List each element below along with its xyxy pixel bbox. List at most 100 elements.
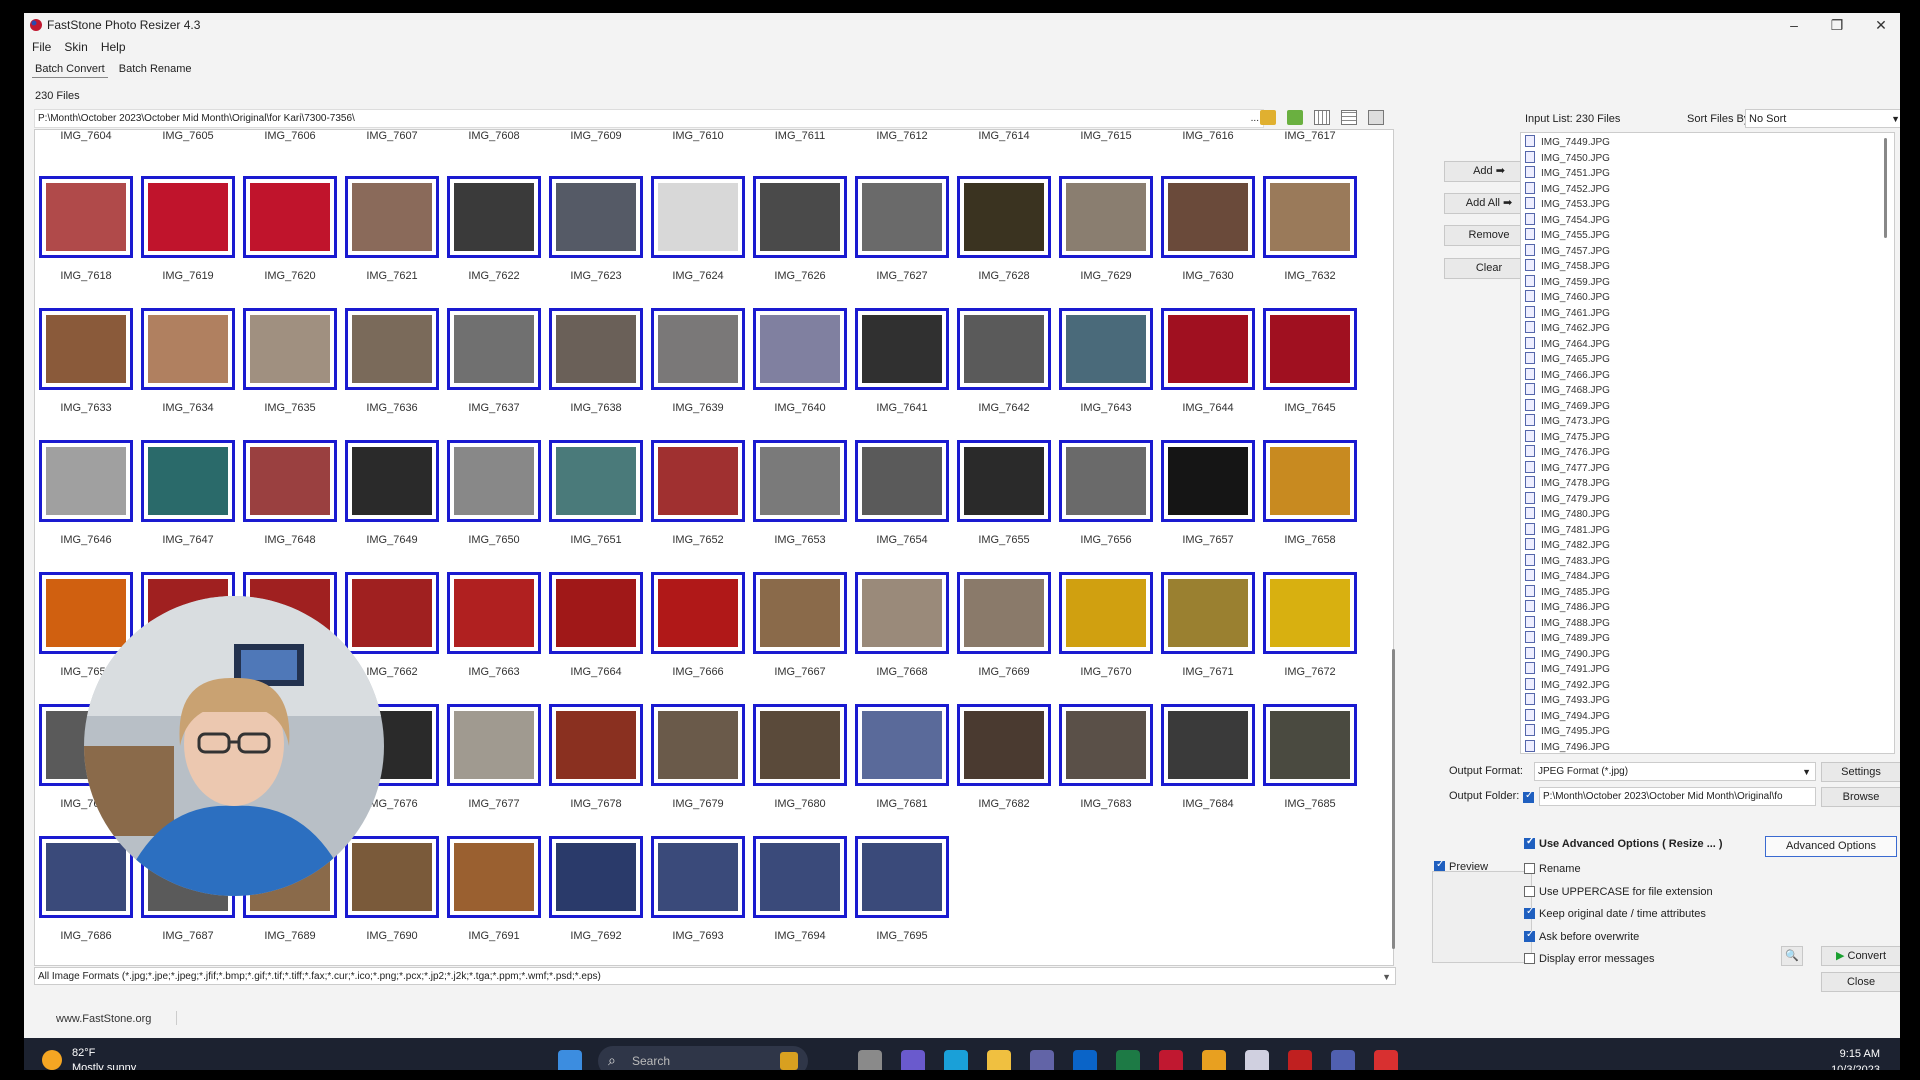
- thumbnail[interactable]: IMG_7637: [445, 308, 543, 428]
- thumbnail[interactable]: IMG_7627: [853, 176, 951, 296]
- keep-date-option[interactable]: Keep original date / time attributes: [1524, 906, 1706, 920]
- thumbnail-frame[interactable]: [957, 704, 1051, 786]
- file-explorer-icon[interactable]: [987, 1050, 1011, 1070]
- thumbnail[interactable]: IMG_7684: [1159, 704, 1257, 824]
- outlook-icon[interactable]: [1073, 1050, 1097, 1070]
- thumbnail-frame[interactable]: [1263, 440, 1357, 522]
- keep-date-checkbox[interactable]: [1524, 906, 1535, 919]
- thumbnail-frame[interactable]: [957, 440, 1051, 522]
- refresh-folder-icon[interactable]: [1287, 110, 1304, 125]
- thumbnail-frame[interactable]: [855, 572, 949, 654]
- input-list-item[interactable]: IMG_7480.JPG: [1525, 507, 1610, 522]
- system-clock[interactable]: 9:15 AM 10/3/2023: [1831, 1046, 1880, 1070]
- thumbnail[interactable]: IMG_7653: [751, 440, 849, 560]
- thumbnail[interactable]: IMG_7640: [751, 308, 849, 428]
- input-list-item[interactable]: IMG_7482.JPG: [1525, 538, 1610, 553]
- thumbnail-frame[interactable]: [651, 440, 745, 522]
- thumbnail-frame[interactable]: [957, 572, 1051, 654]
- thumbnail-frame[interactable]: [39, 440, 133, 522]
- thumbnail-frame[interactable]: [855, 440, 949, 522]
- thumbnail[interactable]: IMG_7667: [751, 572, 849, 692]
- file-type-filter[interactable]: All Image Formats (*.jpg;*.jpe;*.jpeg;*.…: [34, 967, 1396, 985]
- thumbnail-frame[interactable]: [1161, 704, 1255, 786]
- uppercase-option[interactable]: Use UPPERCASE for file extension: [1524, 886, 1713, 898]
- thumbnail-frame[interactable]: [447, 704, 541, 786]
- thumbnail-frame[interactable]: [651, 572, 745, 654]
- thumbnail-frame[interactable]: [855, 308, 949, 390]
- thumbnail-view-icon[interactable]: [1314, 110, 1331, 125]
- input-list-item[interactable]: IMG_7453.JPG: [1525, 197, 1610, 212]
- thumbnail-frame[interactable]: [1161, 572, 1255, 654]
- thumbnail-frame[interactable]: [753, 704, 847, 786]
- taskbar-search[interactable]: ⌕ Search: [598, 1046, 808, 1070]
- tab-batch-convert[interactable]: Batch Convert: [32, 61, 108, 78]
- close-window-button[interactable]: ✕: [1867, 16, 1895, 34]
- thumbnail[interactable]: IMG_7604: [37, 130, 135, 156]
- input-list-item[interactable]: IMG_7483.JPG: [1525, 553, 1610, 569]
- task-view-icon[interactable]: [858, 1050, 882, 1070]
- sort-select[interactable]: No Sort ▼: [1745, 109, 1900, 128]
- thumbnail-frame[interactable]: [1059, 176, 1153, 258]
- input-list-item[interactable]: IMG_7459.JPG: [1525, 274, 1610, 290]
- input-list-item[interactable]: IMG_7455.JPG: [1525, 228, 1610, 243]
- input-list-item[interactable]: IMG_7490.JPG: [1525, 646, 1610, 662]
- thumbnail[interactable]: IMG_7610: [649, 130, 747, 156]
- thumbnail-frame[interactable]: [39, 572, 133, 654]
- archive-icon[interactable]: [1288, 1050, 1312, 1070]
- thumbnail[interactable]: IMG_7620: [241, 176, 339, 296]
- input-list-item[interactable]: IMG_7458.JPG: [1525, 259, 1610, 274]
- thumbnail-frame[interactable]: [957, 176, 1051, 258]
- thumbnail[interactable]: IMG_7646: [37, 440, 135, 560]
- input-list-item[interactable]: IMG_7454.JPG: [1525, 212, 1610, 228]
- thumbnail[interactable]: IMG_7669: [955, 572, 1053, 692]
- thumbnail[interactable]: IMG_7695: [853, 836, 951, 956]
- website-link[interactable]: www.FastStone.org: [56, 1013, 151, 1025]
- thumbnail-frame[interactable]: [1263, 704, 1357, 786]
- thumbnail[interactable]: IMG_7652: [649, 440, 747, 560]
- thumbnail-frame[interactable]: [1263, 572, 1357, 654]
- input-list-item[interactable]: IMG_7465.JPG: [1525, 352, 1610, 367]
- thumbnail[interactable]: IMG_7686: [37, 836, 135, 956]
- input-list-item[interactable]: IMG_7494.JPG: [1525, 708, 1610, 724]
- thumbnail-frame[interactable]: [39, 836, 133, 918]
- input-list-item[interactable]: IMG_7466.JPG: [1525, 367, 1610, 383]
- thumbnail[interactable]: IMG_7654: [853, 440, 951, 560]
- thumbnail[interactable]: IMG_7634: [139, 308, 237, 428]
- input-list-item[interactable]: IMG_7475.JPG: [1525, 429, 1610, 445]
- folder-path-field[interactable]: P:\Month\October 2023\October Mid Month\…: [34, 109, 1264, 128]
- thumbnail[interactable]: IMG_7680: [751, 704, 849, 824]
- thumbnail-frame[interactable]: [753, 176, 847, 258]
- thumbnail[interactable]: IMG_7657: [1159, 440, 1257, 560]
- thumbnail[interactable]: IMG_7618: [37, 176, 135, 296]
- input-list-item[interactable]: IMG_7493.JPG: [1525, 693, 1610, 708]
- thumbnail[interactable]: IMG_7649: [343, 440, 441, 560]
- thumbnail[interactable]: IMG_7635: [241, 308, 339, 428]
- thumbnail[interactable]: IMG_7607: [343, 130, 441, 156]
- thumbnail[interactable]: IMG_7639: [649, 308, 747, 428]
- thumbnail[interactable]: IMG_7647: [139, 440, 237, 560]
- browse-path-button[interactable]: ...: [1251, 110, 1259, 127]
- thumbnail-frame[interactable]: [957, 308, 1051, 390]
- thumbnail[interactable]: IMG_7636: [343, 308, 441, 428]
- thumbnail[interactable]: IMG_7632: [1261, 176, 1359, 296]
- thumbnail[interactable]: IMG_7642: [955, 308, 1053, 428]
- thumbnail-frame[interactable]: [753, 308, 847, 390]
- thumbnail-frame[interactable]: [549, 308, 643, 390]
- input-list-item[interactable]: IMG_7473.JPG: [1525, 414, 1610, 429]
- input-list-item[interactable]: IMG_7478.JPG: [1525, 476, 1610, 491]
- thumbnail[interactable]: IMG_7643: [1057, 308, 1155, 428]
- thumbnail-frame[interactable]: [447, 440, 541, 522]
- settings-button[interactable]: Settings: [1821, 762, 1900, 782]
- acrobat-icon[interactable]: [1374, 1050, 1398, 1070]
- thumbnail[interactable]: IMG_7629: [1057, 176, 1155, 296]
- input-list-item[interactable]: IMG_7464.JPG: [1525, 336, 1610, 352]
- input-list-item[interactable]: IMG_7491.JPG: [1525, 662, 1610, 677]
- chrome-icon[interactable]: [1202, 1050, 1226, 1070]
- menu-file[interactable]: File: [32, 40, 51, 54]
- thumbnail-frame[interactable]: [345, 572, 439, 654]
- thumbnail-frame[interactable]: [243, 308, 337, 390]
- thumbnail[interactable]: IMG_7664: [547, 572, 645, 692]
- browse-button[interactable]: Browse: [1821, 787, 1900, 807]
- thumbnail[interactable]: IMG_7612: [853, 130, 951, 156]
- faststone-icon[interactable]: [1159, 1050, 1183, 1070]
